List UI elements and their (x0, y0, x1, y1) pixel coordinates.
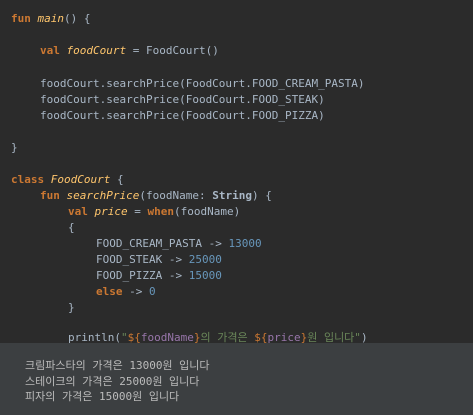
template-brace: ${ (127, 331, 141, 343)
code-line-close-brace: } (11, 141, 18, 154)
code-line-search-steak: foodCourt.searchPrice(FoodCourt.FOOD_STE… (40, 93, 325, 106)
code-text: (foodName: (139, 189, 213, 202)
console-line: 스테이크의 가격은 25000원 입니다 (25, 375, 200, 388)
keyword-fun: fun (11, 12, 38, 25)
keyword-fun: fun (40, 189, 67, 202)
console-line: 피자의 가격은 15000원 입니다 (25, 390, 180, 403)
number-literal: 13000 (228, 237, 262, 250)
code-text: { (110, 173, 124, 186)
code-text: (foodName) (174, 205, 241, 218)
number-literal: 15000 (188, 269, 222, 282)
code-text: = FoodCourt() (126, 44, 219, 57)
code-line-search-pizza: foodCourt.searchPrice(FoodCourt.FOOD_PIZ… (40, 109, 325, 122)
code-line-val-foodcourt: val foodCourt = FoodCourt() (40, 43, 219, 59)
keyword-val: val (68, 205, 95, 218)
keyword-val: val (40, 44, 67, 57)
code-text: FOOD_CREAM_PASTA -> (96, 237, 229, 250)
code-line-println: println("${foodName}의 가격은 ${price}원 입니다"… (68, 330, 368, 343)
number-literal: 0 (149, 285, 156, 298)
keyword-class: class (11, 173, 51, 186)
code-line-case-else: else -> 0 (96, 284, 156, 300)
keyword-else: else (96, 285, 123, 298)
function-name: searchPrice (66, 189, 140, 202)
code-line-case-steak: FOOD_STEAK -> 25000 (96, 252, 222, 268)
variable-name: price (94, 205, 128, 218)
code-text: ) (360, 331, 368, 343)
code-line-search-pasta: foodCourt.searchPrice(FoodCourt.FOOD_CRE… (40, 77, 365, 90)
code-line-open-brace: { (68, 221, 75, 234)
class-name: FoodCourt (50, 173, 111, 186)
string-literal: 의 가격은 (200, 331, 255, 343)
type-name: String (212, 189, 252, 202)
keyword-when: when (147, 205, 175, 218)
template-brace: ${ (254, 331, 268, 343)
code-text: println( (68, 331, 121, 343)
code-line-val-price: val price = when(foodName) (68, 204, 240, 220)
string-literal: 원 입니다" (307, 331, 361, 343)
code-line-case-pizza: FOOD_PIZZA -> 15000 (96, 268, 222, 284)
code-line-close-brace: } (68, 301, 75, 314)
code-text: () { (64, 12, 91, 25)
code-text: -> (122, 285, 149, 298)
template-variable: foodName (140, 331, 194, 343)
code-line-main-decl: fun main() { (11, 11, 91, 27)
code-line-searchprice-decl: fun searchPrice(foodName: String) { (40, 188, 272, 204)
code-text: = (127, 205, 148, 218)
string-literal: " (120, 331, 128, 343)
code-line-class-decl: class FoodCourt { (11, 172, 124, 188)
variable-name: foodCourt (66, 44, 127, 57)
number-literal: 25000 (188, 253, 222, 266)
code-editor[interactable]: fun main() { val foodCourt = FoodCourt()… (0, 0, 473, 343)
console-output[interactable]: 크림파스타의 가격은 13000원 입니다 스테이크의 가격은 25000원 입… (0, 343, 473, 415)
function-name: main (37, 12, 65, 25)
console-line: 크림파스타의 가격은 13000원 입니다 (25, 359, 210, 372)
code-text: FOOD_PIZZA -> (96, 269, 189, 282)
template-variable: price (267, 331, 301, 343)
code-text: FOOD_STEAK -> (96, 253, 189, 266)
code-text: ) { (251, 189, 272, 202)
code-line-case-pasta: FOOD_CREAM_PASTA -> 13000 (96, 236, 262, 252)
